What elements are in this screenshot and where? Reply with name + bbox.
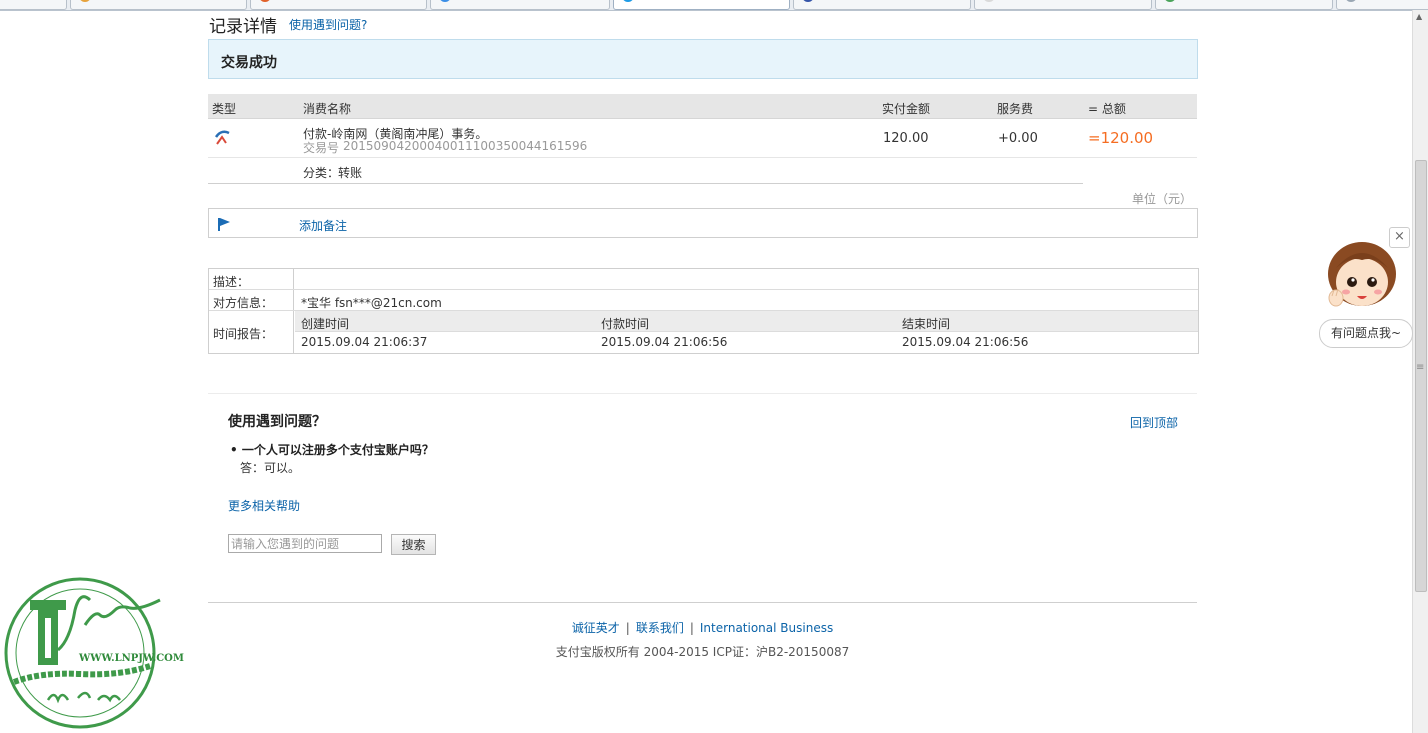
paid-time-header: 付款时间	[601, 317, 650, 331]
browser-tab[interactable]: x	[250, 0, 427, 10]
watermark-logo	[4, 577, 161, 729]
footer-separator: |	[689, 621, 694, 635]
status-box: 交易成功	[208, 39, 1198, 79]
flag-icon	[218, 218, 230, 231]
faq-question-text[interactable]: 一个人可以注册多个支付宝账户吗？	[242, 443, 434, 457]
faq-answer: 答：可以。	[240, 461, 301, 475]
close-icon[interactable]: x	[1140, 0, 1145, 2]
close-icon[interactable]: x	[415, 0, 420, 2]
status-text: 交易成功	[221, 55, 277, 71]
scroll-up-icon[interactable]: ▲	[1416, 12, 1422, 21]
scrollbar-thumb[interactable]	[1415, 160, 1427, 592]
avatar-icon[interactable]	[1322, 238, 1400, 316]
counterparty-label: 对方信息：	[209, 290, 294, 311]
browser-tab-active[interactable]	[613, 0, 790, 10]
category-label: 分类：	[303, 166, 340, 180]
footer-divider	[208, 602, 1197, 603]
category-value: 转账	[338, 166, 363, 180]
page-title: 记录详情	[209, 17, 277, 37]
close-icon[interactable]: x	[1321, 0, 1326, 2]
search-button[interactable]: 搜索	[391, 534, 436, 555]
close-icon[interactable]: x	[235, 0, 240, 2]
table-row: 付款-岭南网（黄阁南冲尾）事务。 交易号 2015090420004001110…	[208, 119, 1197, 158]
close-icon[interactable]: x	[959, 0, 964, 2]
created-time-value: 2015.09.04 21:06:37	[301, 335, 428, 349]
watermark-url: WWW.LNPJW.COM	[79, 653, 184, 664]
note-box: 添加备注	[208, 208, 1198, 238]
info-table: 描述： 对方信息： *宝华 fsn***@21cn.com 时间报告： 创建时间…	[208, 268, 1199, 354]
browser-tab[interactable]	[0, 0, 67, 10]
footer-separator: |	[625, 621, 630, 635]
browser-tab[interactable]: x	[70, 0, 247, 10]
browser-tab[interactable]: x	[793, 0, 971, 10]
paid-time-value: 2015.09.04 21:06:56	[601, 335, 728, 349]
chat-bubble[interactable]: 有问题点我~	[1319, 319, 1413, 348]
column-header-total: = 总额	[1088, 102, 1126, 116]
footer-link-careers[interactable]: 诚征英才	[572, 621, 620, 635]
footer-links: 诚征英才 | 联系我们 | International Business	[0, 619, 1405, 636]
table-header: 类型 消费名称 实付金额 服务费 = 总额	[208, 94, 1197, 119]
help-title: 使用遇到问题？	[228, 414, 326, 430]
footer-link-international[interactable]: International Business	[700, 621, 833, 635]
scrollbar-grip-icon: ≡	[1416, 362, 1425, 373]
transaction-number: 2015090420004001110035004416159​6	[343, 139, 588, 153]
time-report-label: 时间报告：	[209, 311, 294, 353]
browser-tab[interactable]: x	[974, 0, 1152, 10]
footer-link-contact[interactable]: 联系我们	[636, 621, 684, 635]
browser-tab[interactable]: x	[430, 0, 610, 10]
copyright: 支付宝版权所有 2004-2015 ICP证：沪B2-20150087	[555, 645, 850, 659]
description-label: 描述：	[209, 269, 294, 289]
faq-question[interactable]: • 一个人可以注册多个支付宝账户吗？	[230, 441, 434, 458]
service-fee: +0.00	[998, 131, 1038, 146]
column-header-name: 消费名称	[303, 102, 352, 116]
close-icon[interactable]: x	[598, 0, 603, 2]
created-time-header: 创建时间	[301, 317, 350, 331]
end-time-value: 2015.09.04 21:06:56	[902, 335, 1029, 349]
browser-tab[interactable]: x	[1155, 0, 1333, 10]
vertical-scrollbar[interactable]: ▲ ≡	[1412, 10, 1428, 733]
back-to-top-link[interactable]: 回到顶部	[1130, 414, 1178, 431]
divider	[209, 289, 1198, 290]
column-header-fee: 服务费	[997, 102, 1034, 116]
section-divider	[208, 393, 1197, 394]
transaction-number-label: 交易号	[303, 141, 340, 155]
end-time-header: 结束时间	[902, 317, 951, 331]
paid-amount: 120.00	[883, 131, 929, 146]
total-amount: =120.00	[1088, 129, 1154, 147]
column-header-amount: 实付金额	[882, 102, 931, 116]
unit-label: 单位（元）	[1132, 192, 1193, 206]
add-note-link[interactable]: 添加备注	[299, 217, 347, 234]
browser-tab-strip: x x x x x x	[0, 0, 1428, 11]
transfer-icon	[214, 130, 230, 145]
more-help-link[interactable]: 更多相关帮助	[228, 497, 300, 514]
help-link[interactable]: 使用遇到问题?	[289, 16, 367, 33]
category-row: 分类： 转账	[208, 158, 1083, 184]
column-header-type: 类型	[212, 102, 237, 116]
divider	[295, 331, 1198, 332]
help-search-input[interactable]	[228, 534, 382, 553]
browser-tab[interactable]	[1336, 0, 1428, 10]
counterparty-value: *宝华 fsn***@21cn.com	[301, 296, 442, 310]
time-header-row	[295, 311, 1198, 331]
